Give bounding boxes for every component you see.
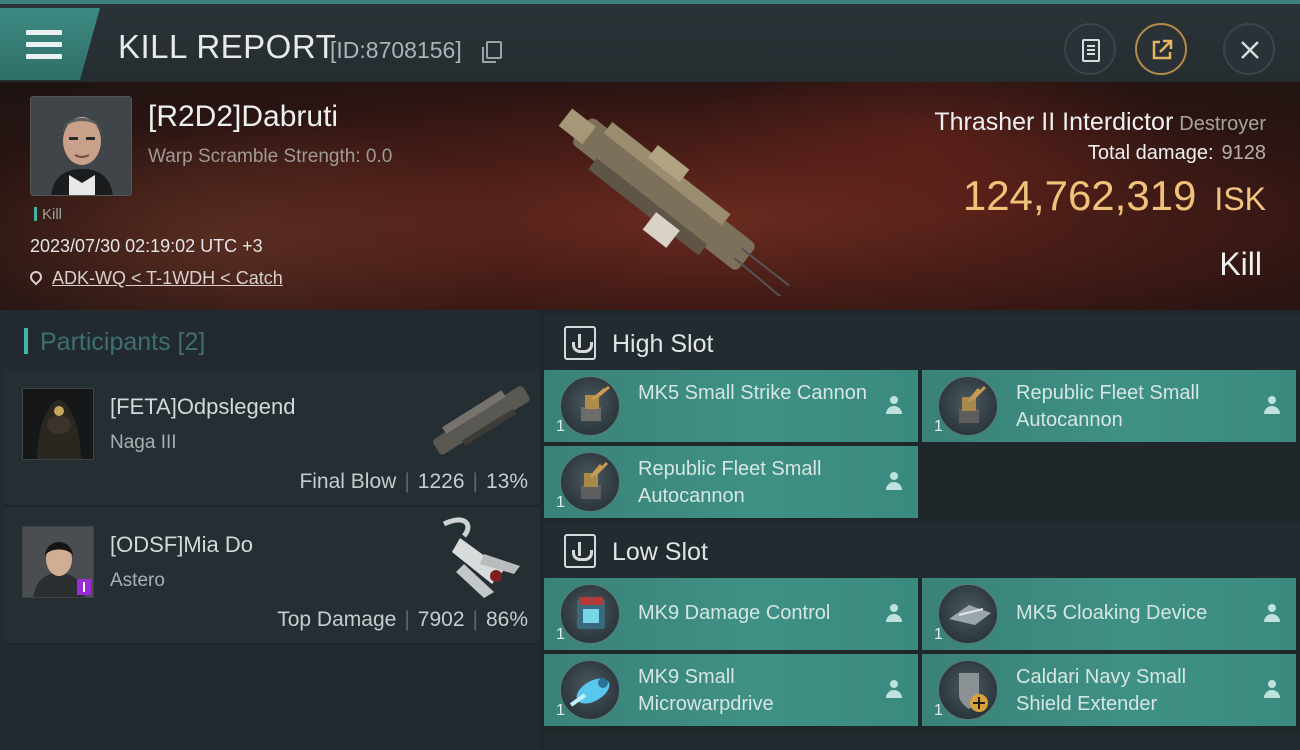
total-damage: Total damage: 9128 — [1088, 142, 1266, 165]
module-quantity: 1 — [556, 418, 565, 435]
module-tile[interactable]: 1 MK9 Damage Control — [544, 578, 918, 650]
copy-icon[interactable] — [482, 41, 502, 63]
victim-panel: [R2D2]Dabruti Warp Scramble Strength: 0.… — [0, 82, 1300, 310]
participants-header: Participants [2] — [0, 310, 540, 370]
low-slot-icon — [564, 534, 596, 568]
kill-tag: Kill — [34, 206, 62, 223]
participant-stats: Top Damage | 7902 | 86% — [277, 608, 528, 631]
person-icon — [886, 396, 902, 414]
participant-name[interactable]: [ODSF]Mia Do — [110, 532, 253, 558]
participant-ship: Naga III — [110, 432, 177, 453]
module-name: MK9 Damage Control — [638, 602, 831, 624]
total-damage-label: Total damage: — [1087, 142, 1214, 164]
person-icon — [1264, 680, 1280, 698]
menu-button[interactable] — [0, 8, 100, 80]
module-name: Republic Fleet Small Autocannon — [638, 458, 822, 507]
participant-damage: 1226 — [417, 470, 465, 493]
total-damage-value: 9128 — [1221, 142, 1267, 164]
shield-extender-icon — [938, 660, 998, 720]
hamburger-icon — [26, 30, 62, 66]
module-quantity: 1 — [934, 702, 943, 719]
location-pin-icon — [27, 268, 45, 286]
victim-ship-name: Thrasher II Interdictor — [934, 108, 1174, 136]
location-text: ADK-WQ < T-1WDH < Catch — [52, 268, 283, 288]
autocannon-icon — [938, 376, 998, 436]
participant-ship: Astero — [110, 570, 165, 591]
module-name: MK5 Small Strike Cannon — [638, 382, 867, 404]
microwarpdrive-icon — [560, 660, 620, 720]
participants-title: Participants [2] — [40, 328, 206, 356]
cannon-icon — [560, 376, 620, 436]
kill-date: 2023/07/30 02:19:02 UTC +3 — [30, 236, 263, 256]
close-button[interactable] — [1223, 23, 1275, 75]
module-quantity: 1 — [934, 418, 943, 435]
high-slot-title: High Slot — [612, 330, 714, 358]
person-icon — [1264, 604, 1280, 622]
share-icon — [1152, 39, 1173, 60]
high-slot-icon — [564, 326, 596, 360]
next-slot-header — [544, 734, 1300, 750]
damage-control-icon — [560, 584, 620, 644]
header-bar: KILL REPORT [ID:8708156] — [0, 0, 1300, 82]
module-tile[interactable]: 1 MK5 Small Strike Cannon — [544, 370, 918, 442]
isk-value: 124,762,319 ISK — [963, 172, 1266, 220]
fitting-panel: High Slot 1 MK5 Small Strike Cannon 1 Re… — [540, 310, 1300, 750]
person-icon — [886, 680, 902, 698]
participant-role: Final Blow — [299, 470, 397, 493]
participant-percent: 13% — [485, 470, 528, 493]
module-name: Caldari Navy Small Shield Extender — [1016, 666, 1187, 715]
module-quantity: 1 — [556, 494, 565, 511]
participant-avatar[interactable] — [22, 526, 94, 598]
high-slot-header: High Slot — [544, 314, 1300, 372]
module-name: Republic Fleet Small Autocannon — [1016, 382, 1200, 431]
module-tile[interactable]: 1 Republic Fleet Small Autocannon — [544, 446, 918, 518]
low-slot-header: Low Slot — [544, 522, 1300, 580]
participant-row[interactable]: [ODSF]Mia Do Astero Top Damage | 7902 | 86% — [4, 508, 540, 644]
module-tile[interactable]: 1 MK9 Small Microwarpdrive — [544, 654, 918, 726]
participant-stats: Final Blow | 1226 | 13% — [299, 470, 528, 493]
participant-avatar[interactable] — [22, 388, 94, 460]
location-link[interactable]: ADK-WQ < T-1WDH < Catch — [27, 268, 283, 289]
participant-ship-image — [433, 386, 530, 455]
share-button[interactable] — [1135, 23, 1187, 75]
module-quantity: 1 — [556, 702, 565, 719]
person-icon — [886, 604, 902, 622]
cloaking-device-icon — [938, 584, 998, 644]
module-tile[interactable]: 1 Republic Fleet Small Autocannon — [922, 370, 1296, 442]
participant-ship-image — [442, 517, 520, 598]
isk-unit: ISK — [1214, 181, 1266, 217]
module-quantity: 1 — [556, 626, 565, 643]
victim-name[interactable]: [R2D2]Dabruti — [148, 100, 338, 134]
warp-scramble-strength: Warp Scramble Strength: 0.0 — [148, 146, 393, 167]
close-icon — [1241, 41, 1259, 59]
person-icon — [886, 472, 902, 490]
victim-ship-class: Destroyer — [1179, 113, 1266, 135]
module-tile[interactable]: 1 MK5 Cloaking Device — [922, 578, 1296, 650]
module-name: MK5 Cloaking Device — [1016, 602, 1208, 624]
victim-ship-image — [558, 108, 790, 296]
autocannon-icon — [560, 452, 620, 512]
victim-avatar[interactable] — [30, 96, 132, 196]
report-id: [ID:8708156] — [330, 37, 462, 63]
participant-percent: 86% — [485, 608, 528, 631]
victim-ship-info[interactable]: Thrasher II Interdictor Destroyer — [934, 108, 1266, 137]
module-tile[interactable]: 1 Caldari Navy Small Shield Extender — [922, 654, 1296, 726]
isk-amount: 124,762,319 — [962, 172, 1197, 219]
participant-name[interactable]: [FETA]Odpslegend — [110, 394, 295, 420]
person-icon — [1264, 396, 1280, 414]
module-name: MK9 Small Microwarpdrive — [638, 666, 774, 715]
participants-accent-bar — [24, 328, 28, 354]
participants-panel: Participants [2] [FETA]Odpslegend Naga I… — [0, 310, 540, 750]
participant-row[interactable]: [FETA]Odpslegend Naga III Final Blow | 122… — [4, 370, 540, 506]
low-slot-title: Low Slot — [612, 538, 708, 566]
kill-result: Kill — [1219, 246, 1262, 282]
participant-damage: 7902 — [417, 608, 465, 631]
clipboard-button[interactable] — [1064, 23, 1116, 75]
participant-role: Top Damage — [277, 608, 397, 631]
module-quantity: 1 — [934, 626, 943, 643]
page-title: KILL REPORT — [118, 28, 337, 65]
clipboard-icon — [1082, 39, 1100, 62]
